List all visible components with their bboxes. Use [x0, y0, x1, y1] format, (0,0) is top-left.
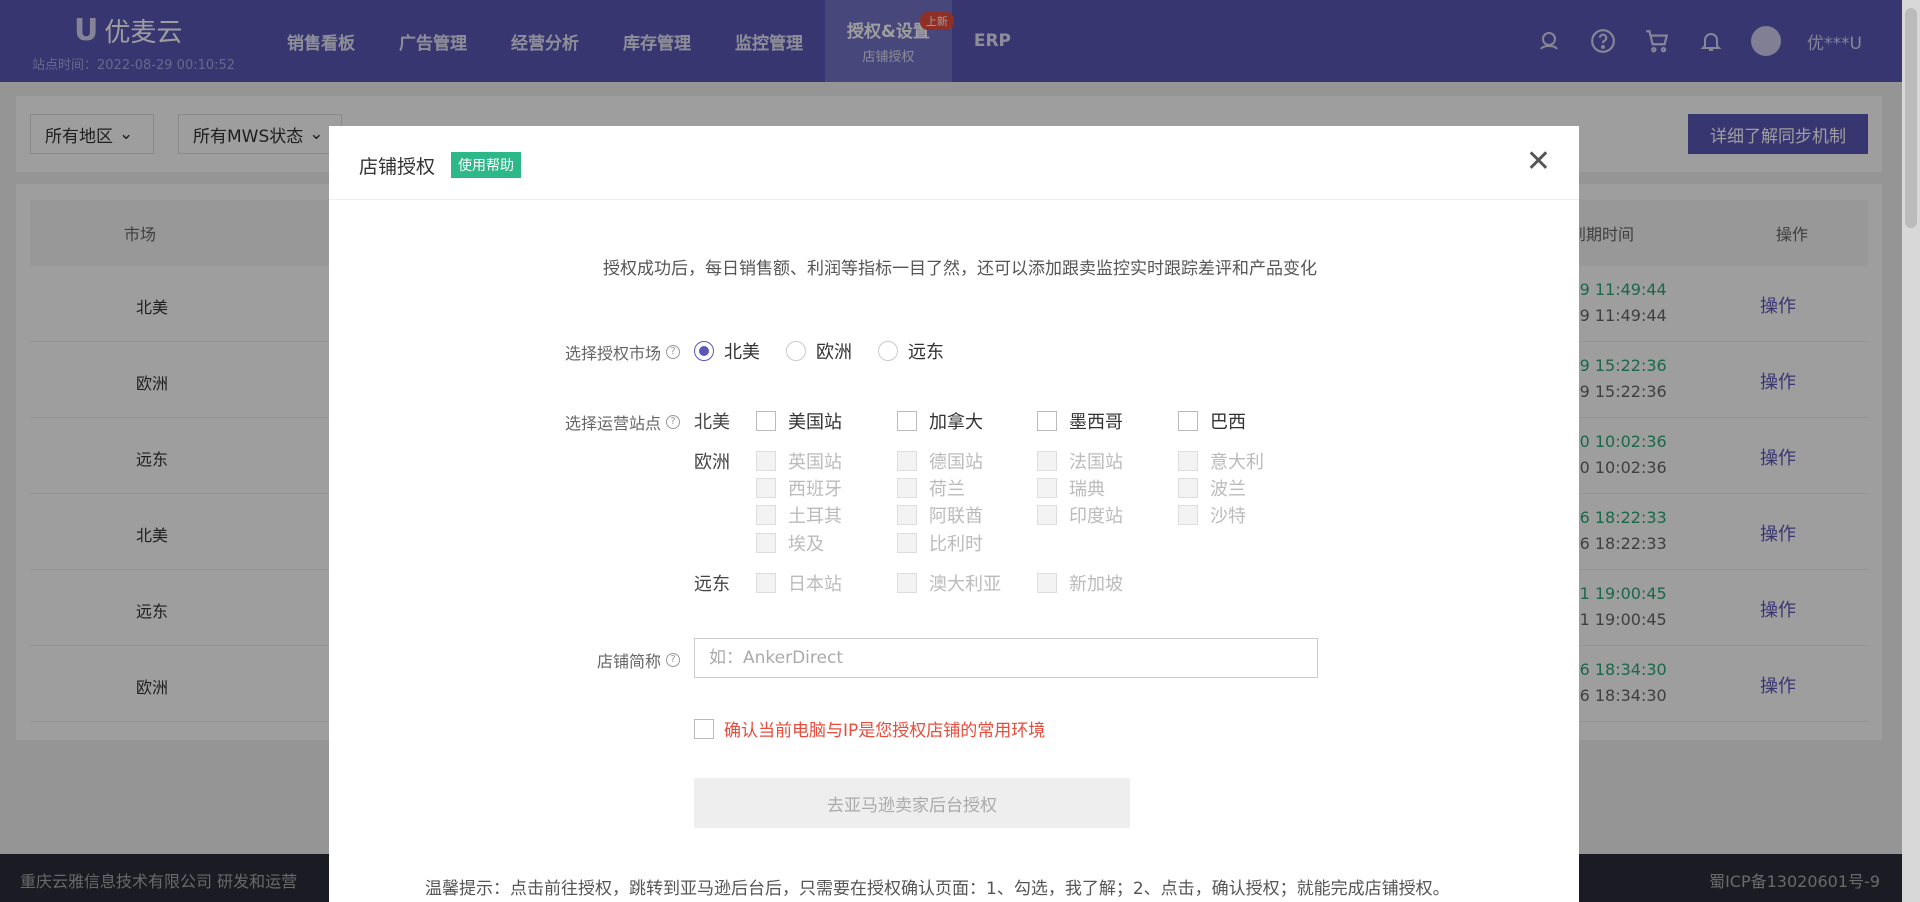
- region-label-fe: 远东: [694, 574, 730, 595]
- shop-name-label-text: 店铺简称: [596, 652, 661, 671]
- checkbox: [897, 505, 917, 525]
- site-label: 比利时: [929, 534, 983, 555]
- shop-name-label: 店铺简称?: [480, 648, 680, 672]
- site-label: 德国站: [929, 452, 983, 473]
- checkbox: [1037, 478, 1057, 498]
- checkbox: [1178, 451, 1198, 471]
- site-label: 瑞典: [1069, 479, 1105, 500]
- go-amazon-auth-button[interactable]: 去亚马逊卖家后台授权: [694, 778, 1130, 828]
- site-label: 加拿大: [929, 412, 983, 433]
- confirm-label: 确认当前电脑与IP是您授权店铺的常用环境: [724, 721, 1046, 741]
- radio-eu[interactable]: 欧洲: [786, 338, 852, 364]
- modal-header: 店铺授权 使用帮助 ✕: [329, 126, 1579, 200]
- site-checkbox: 德国站: [897, 448, 983, 474]
- site-checkbox: 法国站: [1037, 448, 1123, 474]
- checkbox: [897, 573, 917, 593]
- help-button[interactable]: 使用帮助: [451, 152, 521, 178]
- radio-label: 北美: [724, 342, 760, 363]
- site-checkbox[interactable]: 巴西: [1178, 408, 1246, 434]
- modal-intro: 授权成功后，每日销售额、利润等指标一目了然，还可以添加跟卖监控实时跟踪差评和产品…: [603, 259, 1317, 279]
- site-checkbox: 土耳其: [756, 502, 842, 528]
- warm-tip: 温馨提示：点击前往授权，跳转到亚马逊后台后，只需要在授权确认页面：1、勾选，我了…: [425, 879, 1450, 899]
- market-label: 选择授权市场?: [480, 340, 680, 364]
- site-checkbox: 英国站: [756, 448, 842, 474]
- site-label: 阿联酋: [929, 506, 983, 527]
- site-label: 澳大利亚: [929, 574, 1001, 595]
- site-label: 新加坡: [1069, 574, 1123, 595]
- shop-name-input[interactable]: [694, 638, 1318, 678]
- site-checkbox: 意大利: [1178, 448, 1264, 474]
- site-checkbox: 比利时: [897, 530, 983, 556]
- checkbox[interactable]: [1037, 411, 1057, 431]
- checkbox: [1037, 505, 1057, 525]
- close-icon[interactable]: ✕: [1526, 144, 1551, 179]
- checkbox[interactable]: [756, 411, 776, 431]
- checkbox: [756, 573, 776, 593]
- market-label-text: 选择授权市场: [564, 344, 661, 363]
- site-label: 荷兰: [929, 479, 965, 500]
- site-checkbox: 阿联酋: [897, 502, 983, 528]
- site-checkbox[interactable]: 加拿大: [897, 408, 983, 434]
- checkbox: [756, 451, 776, 471]
- site-label: 美国站: [788, 412, 842, 433]
- confirm-environment-checkbox[interactable]: 确认当前电脑与IP是您授权店铺的常用环境: [694, 716, 1045, 741]
- checkbox: [1178, 505, 1198, 525]
- site-label: 墨西哥: [1069, 412, 1123, 433]
- site-label: 土耳其: [788, 506, 842, 527]
- site-checkbox: 瑞典: [1037, 475, 1105, 501]
- site-checkbox: 沙特: [1178, 502, 1246, 528]
- checkbox[interactable]: [897, 411, 917, 431]
- radio-circle[interactable]: [786, 341, 806, 361]
- site-checkbox: 新加坡: [1037, 570, 1123, 596]
- site-label: 埃及: [788, 534, 824, 555]
- checkbox: [756, 505, 776, 525]
- checkbox[interactable]: [1178, 411, 1198, 431]
- site-checkbox: 埃及: [756, 530, 824, 556]
- market-radio-group: 北美 欧洲 远东: [694, 338, 944, 364]
- checkbox: [897, 478, 917, 498]
- site-label: 法国站: [1069, 452, 1123, 473]
- site-checkbox: 荷兰: [897, 475, 965, 501]
- question-icon[interactable]: ?: [666, 653, 680, 667]
- radio-na[interactable]: 北美: [694, 338, 760, 364]
- page-scrollbar[interactable]: [1902, 0, 1920, 902]
- checkbox: [897, 451, 917, 471]
- checkbox: [756, 533, 776, 553]
- site-label: 波兰: [1210, 479, 1246, 500]
- site-label: 选择运营站点?: [480, 410, 680, 434]
- region-label-eu: 欧洲: [694, 452, 730, 473]
- checkbox[interactable]: [694, 718, 714, 739]
- question-icon[interactable]: ?: [666, 415, 680, 429]
- site-label: 西班牙: [788, 479, 842, 500]
- site-checkbox[interactable]: 美国站: [756, 408, 842, 434]
- region-label-na: 北美: [694, 412, 730, 433]
- site-checkbox[interactable]: 墨西哥: [1037, 408, 1123, 434]
- checkbox: [756, 478, 776, 498]
- scrollbar-thumb[interactable]: [1905, 8, 1917, 228]
- site-checkbox: 日本站: [756, 570, 842, 596]
- radio-label: 远东: [908, 342, 944, 363]
- radio-fe[interactable]: 远东: [878, 338, 944, 364]
- site-label: 意大利: [1210, 452, 1264, 473]
- site-label-text: 选择运营站点: [564, 414, 661, 433]
- site-checkbox: 西班牙: [756, 475, 842, 501]
- checkbox: [897, 533, 917, 553]
- site-label: 日本站: [788, 574, 842, 595]
- checkbox: [1037, 451, 1057, 471]
- checkbox: [1037, 573, 1057, 593]
- site-label: 英国站: [788, 452, 842, 473]
- site-checkbox: 波兰: [1178, 475, 1246, 501]
- site-checkbox: 印度站: [1037, 502, 1123, 528]
- modal-title: 店铺授权: [359, 156, 436, 178]
- site-label: 巴西: [1210, 412, 1246, 433]
- question-icon[interactable]: ?: [666, 345, 680, 359]
- site-checkbox: 澳大利亚: [897, 570, 1001, 596]
- site-label: 印度站: [1069, 506, 1123, 527]
- radio-label: 欧洲: [816, 342, 852, 363]
- checkbox: [1178, 478, 1198, 498]
- site-label: 沙特: [1210, 506, 1246, 527]
- radio-circle[interactable]: [694, 341, 714, 361]
- radio-circle[interactable]: [878, 341, 898, 361]
